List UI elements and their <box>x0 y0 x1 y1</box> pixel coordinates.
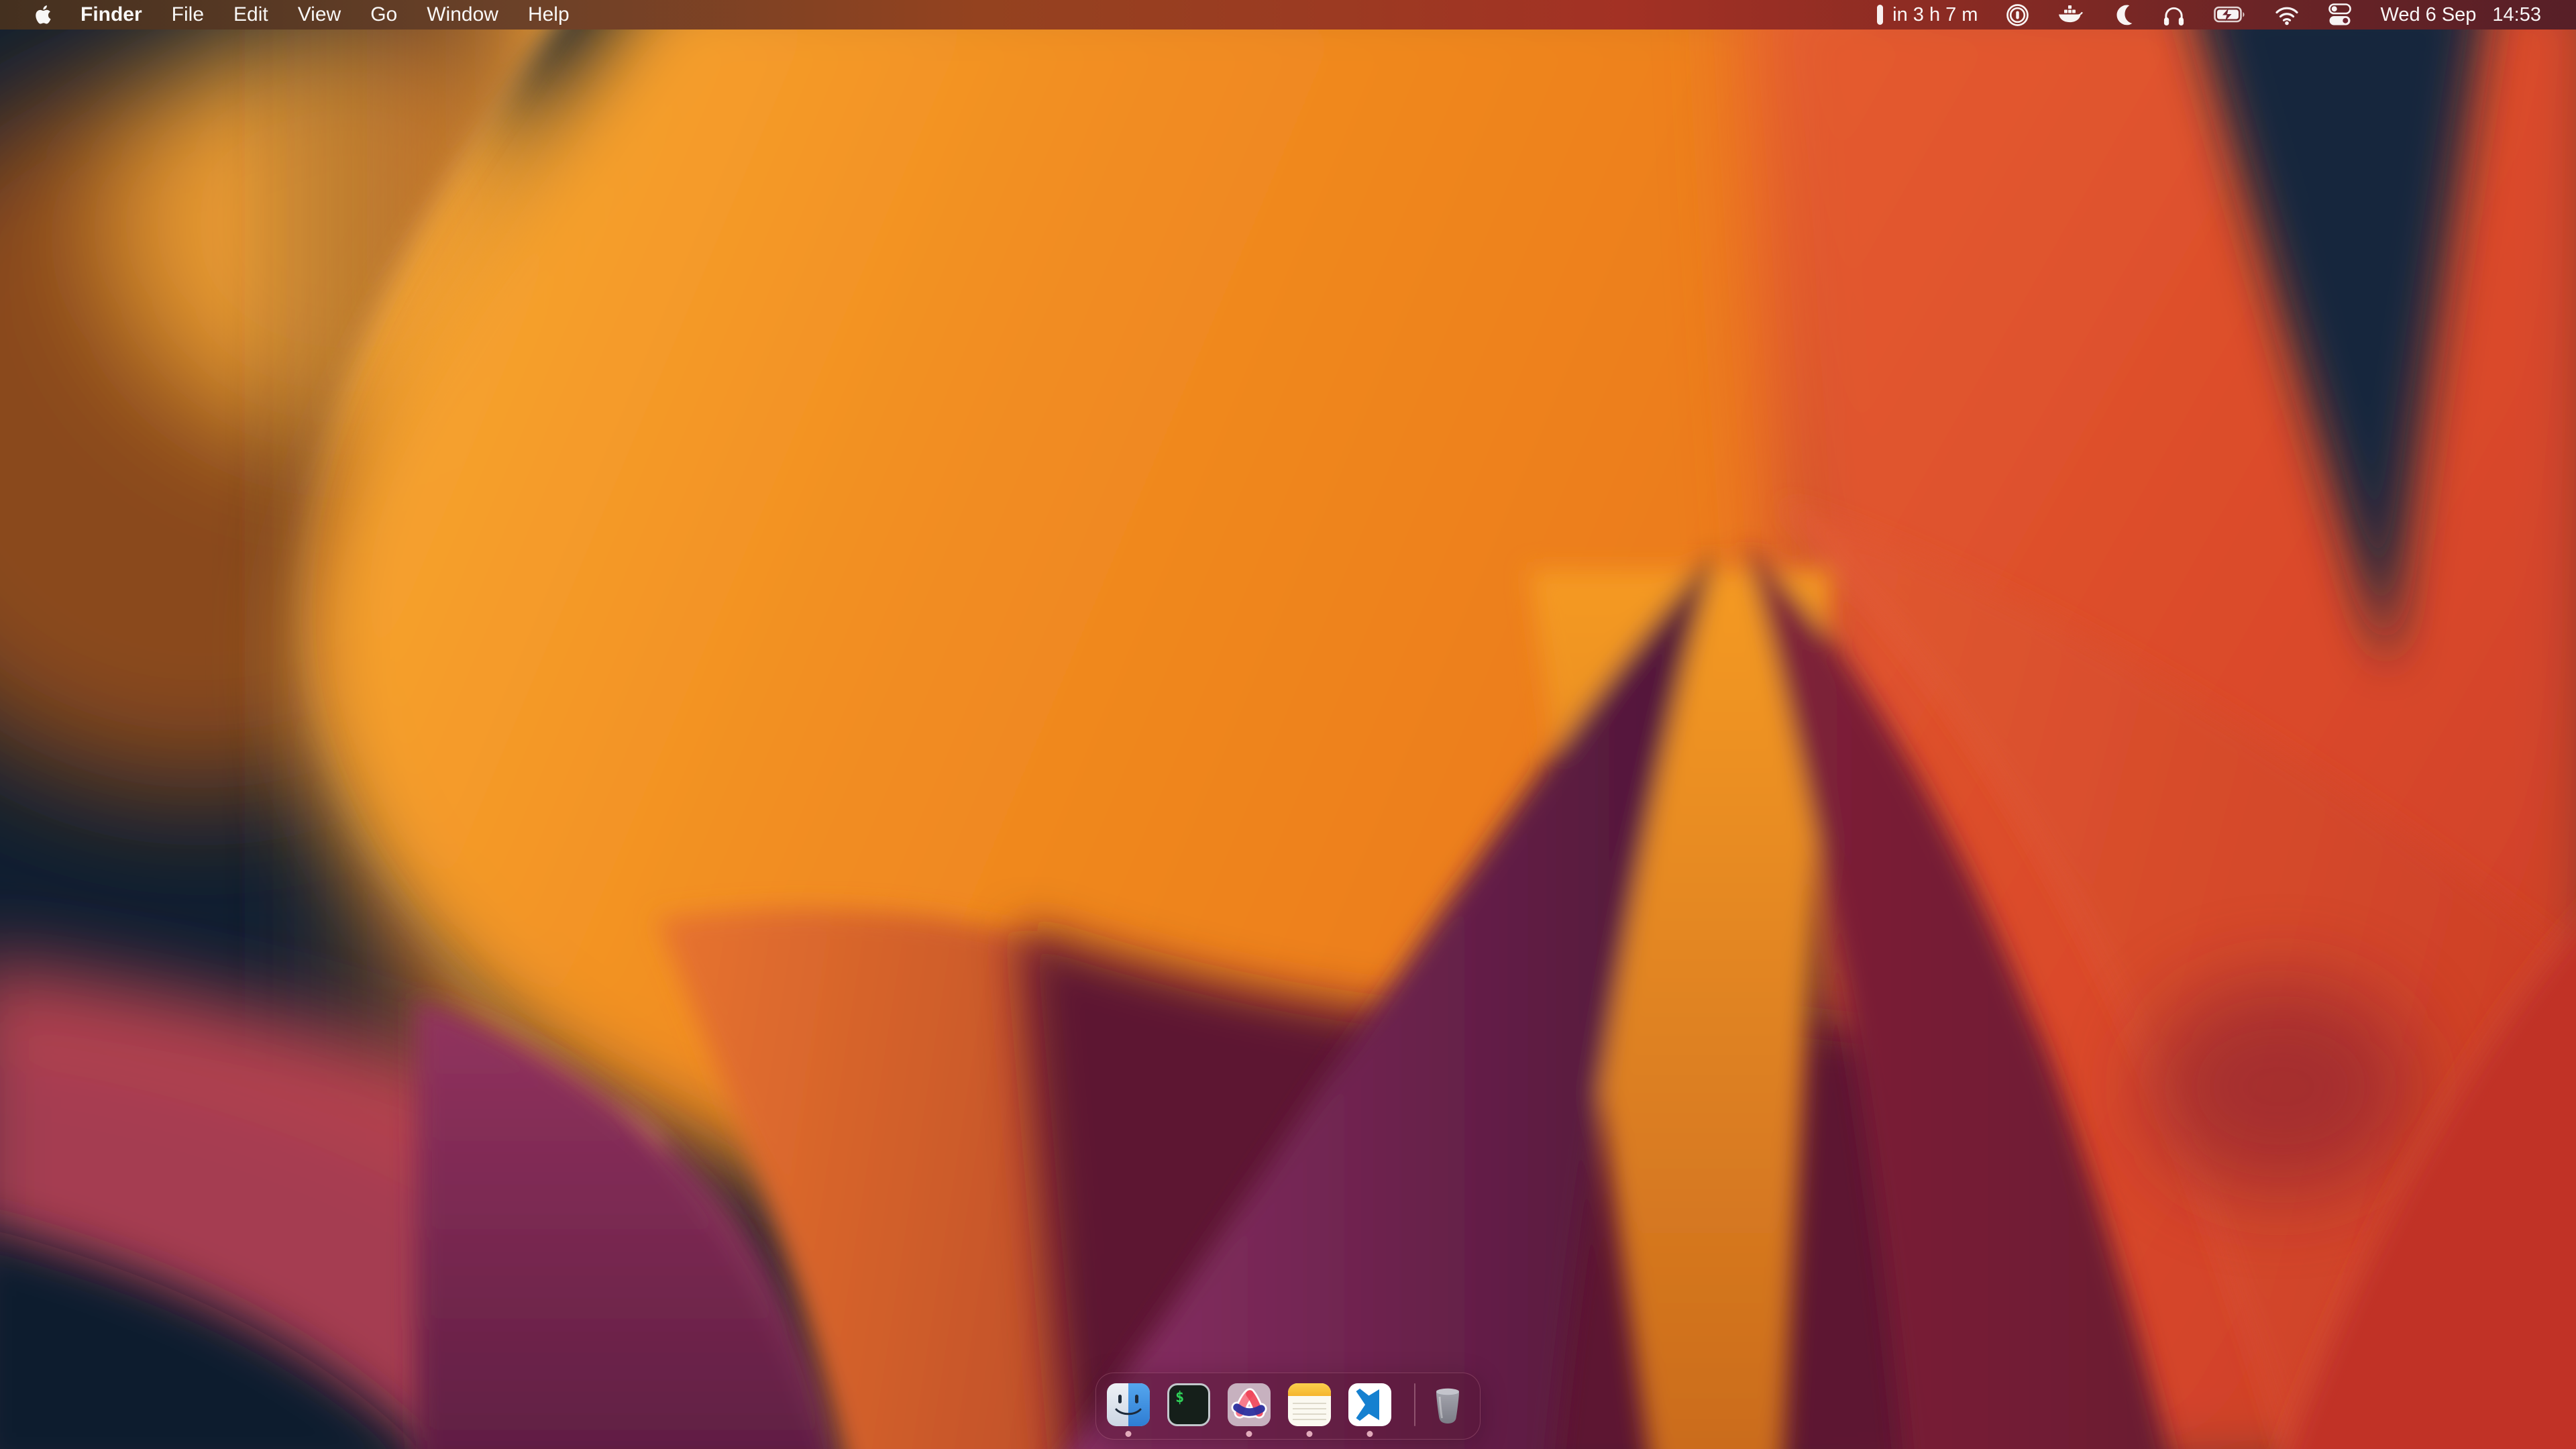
running-indicator <box>1307 1431 1313 1437</box>
control-center-icon[interactable] <box>2328 3 2352 27</box>
menu-go[interactable]: Go <box>370 3 397 26</box>
1password-icon[interactable] <box>2006 3 2029 27</box>
terminal-icon: $ <box>1167 1383 1210 1426</box>
terminal-prompt: $ <box>1175 1389 1184 1406</box>
wifi-icon[interactable] <box>2274 4 2300 25</box>
menu-help[interactable]: Help <box>528 3 570 26</box>
dock-item-vscode[interactable] <box>1348 1383 1391 1426</box>
wallpaper-ventura <box>0 0 2576 1449</box>
trash-icon <box>1426 1383 1469 1426</box>
running-indicator <box>1246 1431 1252 1437</box>
timer-text: in 3 h 7 m <box>1892 4 1978 26</box>
menu-file[interactable]: File <box>172 3 204 26</box>
dock-item-finder[interactable] <box>1107 1383 1150 1426</box>
dock-item-trash[interactable] <box>1426 1383 1469 1426</box>
dock: $ <box>1095 1373 1481 1440</box>
dock-divider <box>1414 1383 1415 1426</box>
headphones-icon[interactable] <box>2162 3 2186 26</box>
arc-browser-icon <box>1228 1383 1271 1426</box>
dock-item-terminal[interactable]: $ <box>1167 1383 1210 1426</box>
desktop: Finder File Edit View Go Window Help in … <box>0 0 2576 1449</box>
menu-edit[interactable]: Edit <box>233 3 268 26</box>
timer-bar-icon <box>1877 5 1883 25</box>
running-indicator <box>1126 1431 1132 1437</box>
active-app-menu[interactable]: Finder <box>80 3 142 26</box>
apple-menu-icon[interactable] <box>33 4 51 25</box>
battery-charging-icon[interactable] <box>2214 5 2246 24</box>
menu-bar: Finder File Edit View Go Window Help in … <box>0 0 2576 30</box>
menu-view[interactable]: View <box>298 3 341 26</box>
dock-item-notes[interactable] <box>1288 1383 1331 1426</box>
vscode-icon <box>1348 1383 1391 1426</box>
focus-moon-icon[interactable] <box>2111 3 2134 26</box>
menu-bar-time: 14:53 <box>2492 4 2541 26</box>
notes-icon <box>1288 1383 1331 1426</box>
docker-icon[interactable] <box>2057 5 2083 25</box>
menu-window[interactable]: Window <box>427 3 498 26</box>
timer-status-item[interactable]: in 3 h 7 m <box>1877 4 1978 26</box>
finder-icon <box>1107 1383 1150 1426</box>
clock-status-item[interactable]: Wed 6 Sep 14:53 <box>2380 4 2541 26</box>
running-indicator <box>1367 1431 1373 1437</box>
menu-bar-date: Wed 6 Sep <box>2380 4 2476 26</box>
dock-item-arc-browser[interactable] <box>1228 1383 1271 1426</box>
